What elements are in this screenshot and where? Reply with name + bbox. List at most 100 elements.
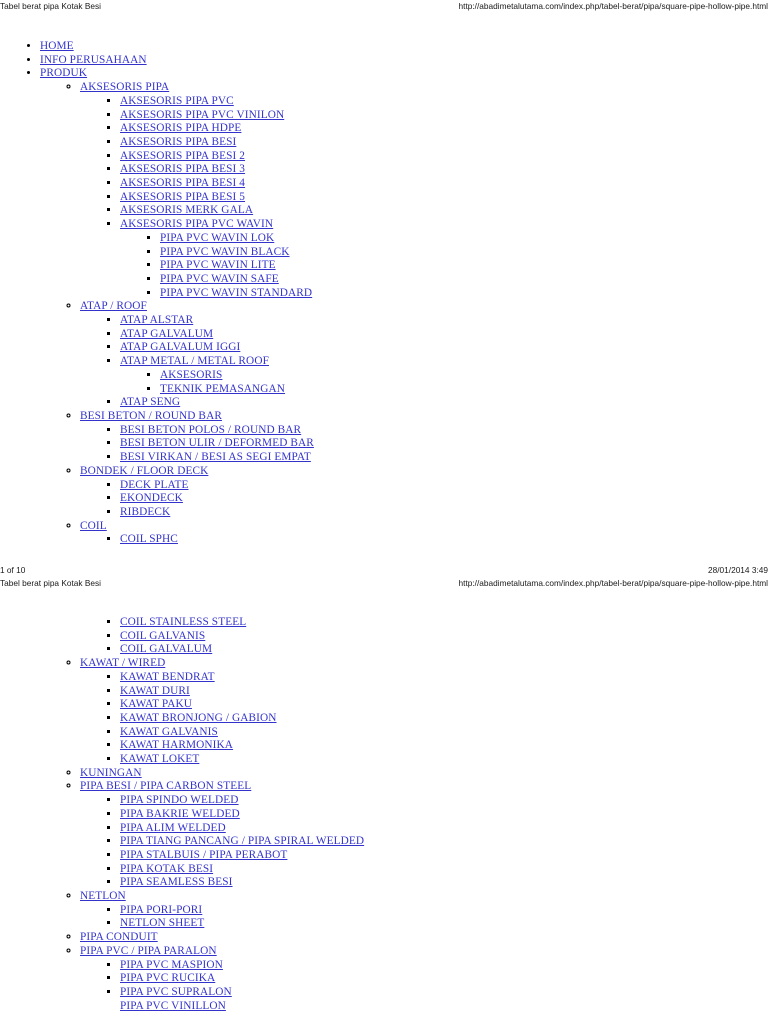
nav-item-besi-virkan[interactable]: BESI VIRKAN / BESI AS SEGI EMPAT <box>120 451 768 465</box>
nav-link-produk[interactable]: PRODUK <box>40 67 87 79</box>
nav-item-coil-stainless-steel[interactable]: COIL STAINLESS STEEL <box>120 616 768 630</box>
nav-link-kawat-loket[interactable]: KAWAT LOKET <box>120 753 199 765</box>
nav-item-pipa-seamless-besi[interactable]: PIPA SEAMLESS BESI <box>120 876 768 890</box>
nav-item-aksesoris-pipa-besi-3[interactable]: AKSESORIS PIPA BESI 3 <box>120 163 768 177</box>
nav-item-aksesoris-pipa[interactable]: AKSESORIS PIPA AKSESORIS PIPA PVC AKSESO… <box>80 81 768 300</box>
nav-link-aksesoris-pipa-besi-4[interactable]: AKSESORIS PIPA BESI 4 <box>120 177 245 189</box>
nav-link-kawat-galvanis[interactable]: KAWAT GALVANIS <box>120 726 218 738</box>
nav-item-aksesoris[interactable]: AKSESORIS <box>160 369 768 383</box>
nav-link-pipa-pvc-wavin-lite[interactable]: PIPA PVC WAVIN LITE <box>160 259 276 271</box>
nav-link-kawat-wired[interactable]: KAWAT / WIRED <box>80 657 165 669</box>
nav-link-aksesoris-pipa-pvc-wavin[interactable]: AKSESORIS PIPA PVC WAVIN <box>120 218 273 230</box>
nav-item-atap-metal-roof[interactable]: ATAP METAL / METAL ROOF AKSESORIS TEKNIK… <box>120 355 768 396</box>
nav-link-aksesoris-pipa-hdpe[interactable]: AKSESORIS PIPA HDPE <box>120 122 241 134</box>
nav-link-pipa-pvc-wavin-black[interactable]: PIPA PVC WAVIN BLACK <box>160 246 290 258</box>
nav-item-atap-roof[interactable]: ATAP / ROOF ATAP ALSTAR ATAP GALVALUM AT… <box>80 300 768 410</box>
nav-link-pipa-pvc-vinillon[interactable]: PIPA PVC VINILLON <box>120 1000 226 1012</box>
nav-item-coil-galvalum[interactable]: COIL GALVALUM <box>120 643 768 657</box>
nav-item-aksesoris-pipa-pvc-wavin[interactable]: AKSESORIS PIPA PVC WAVIN PIPA PVC WAVIN … <box>120 218 768 300</box>
nav-item-kawat-bronjong-gabion[interactable]: KAWAT BRONJONG / GABION <box>120 712 768 726</box>
nav-link-pipa-tiang-pancang[interactable]: PIPA TIANG PANCANG / PIPA SPIRAL WELDED <box>120 835 364 847</box>
nav-item-pipa-stalbuis-perabot[interactable]: PIPA STALBUIS / PIPA PERABOT <box>120 849 768 863</box>
nav-link-pipa-alim-welded[interactable]: PIPA ALIM WELDED <box>120 822 226 834</box>
nav-item-aksesoris-pipa-pvc[interactable]: AKSESORIS PIPA PVC <box>120 95 768 109</box>
nav-link-pipa-spindo-welded[interactable]: PIPA SPINDO WELDED <box>120 794 239 806</box>
nav-link-aksesoris-pipa-besi[interactable]: AKSESORIS PIPA BESI <box>120 136 236 148</box>
nav-link-teknik-pemasangan[interactable]: TEKNIK PEMASANGAN <box>160 383 285 395</box>
nav-item-pipa-besi-carbon-steel[interactable]: PIPA BESI / PIPA CARBON STEEL PIPA SPIND… <box>80 780 768 890</box>
nav-item-aksesoris-pipa-pvc-vinilon[interactable]: AKSESORIS PIPA PVC VINILON <box>120 109 768 123</box>
nav-item-pipa-alim-welded[interactable]: PIPA ALIM WELDED <box>120 822 768 836</box>
nav-item-kawat-loket[interactable]: KAWAT LOKET <box>120 753 768 767</box>
nav-item-pipa-spindo-welded[interactable]: PIPA SPINDO WELDED <box>120 794 768 808</box>
nav-item-pipa-pvc-paralon[interactable]: PIPA PVC / PIPA PARALON PIPA PVC MASPION… <box>80 945 768 1014</box>
nav-item-aksesoris-merk-gala[interactable]: AKSESORIS MERK GALA <box>120 204 768 218</box>
nav-link-pipa-pvc-supralon[interactable]: PIPA PVC SUPRALON <box>120 986 232 998</box>
nav-link-kawat-bronjong-gabion[interactable]: KAWAT BRONJONG / GABION <box>120 712 277 724</box>
nav-item-aksesoris-pipa-besi-2[interactable]: AKSESORIS PIPA BESI 2 <box>120 150 768 164</box>
nav-link-pipa-pvc-maspion[interactable]: PIPA PVC MASPION <box>120 959 223 971</box>
nav-item-coil[interactable]: COIL COIL SPHC <box>80 520 768 547</box>
nav-item-deck-plate[interactable]: DECK PLATE <box>120 479 768 493</box>
nav-link-bondek-floor-deck[interactable]: BONDEK / FLOOR DECK <box>80 465 208 477</box>
nav-item-pipa-pvc-wavin-safe[interactable]: PIPA PVC WAVIN SAFE <box>160 273 768 287</box>
nav-item-pipa-pori-pori[interactable]: PIPA PORI-PORI <box>120 904 768 918</box>
nav-item-aksesoris-pipa-hdpe[interactable]: AKSESORIS PIPA HDPE <box>120 122 768 136</box>
nav-item-atap-galvalum[interactable]: ATAP GALVALUM <box>120 328 768 342</box>
nav-item-pipa-pvc-wavin-black[interactable]: PIPA PVC WAVIN BLACK <box>160 246 768 260</box>
nav-link-coil-stainless-steel[interactable]: COIL STAINLESS STEEL <box>120 616 246 628</box>
nav-item-ribdeck[interactable]: RIBDECK <box>120 506 768 520</box>
nav-link-kuningan[interactable]: KUNINGAN <box>80 767 142 779</box>
nav-item-home[interactable]: HOME <box>40 40 768 54</box>
nav-item-besi-beton-ulir[interactable]: BESI BETON ULIR / DEFORMED BAR <box>120 437 768 451</box>
nav-item-aksesoris-pipa-besi[interactable]: AKSESORIS PIPA BESI <box>120 136 768 150</box>
nav-link-netlon-sheet[interactable]: NETLON SHEET <box>120 917 204 929</box>
nav-item-pipa-pvc-rucika[interactable]: PIPA PVC RUCIKA <box>120 972 768 986</box>
nav-link-pipa-pvc-rucika[interactable]: PIPA PVC RUCIKA <box>120 972 215 984</box>
nav-item-kawat-harmonika[interactable]: KAWAT HARMONIKA <box>120 739 768 753</box>
nav-item-kuningan[interactable]: KUNINGAN <box>80 767 768 781</box>
nav-link-coil-galvanis[interactable]: COIL GALVANIS <box>120 630 205 642</box>
nav-link-deck-plate[interactable]: DECK PLATE <box>120 479 188 491</box>
nav-link-pipa-conduit[interactable]: PIPA CONDUIT <box>80 931 158 943</box>
nav-link-kawat-paku[interactable]: KAWAT PAKU <box>120 698 192 710</box>
nav-item-produk[interactable]: PRODUK AKSESORIS PIPA AKSESORIS PIPA PVC… <box>40 67 768 547</box>
nav-link-netlon[interactable]: NETLON <box>80 890 126 902</box>
nav-link-coil[interactable]: COIL <box>80 520 107 532</box>
nav-link-kawat-duri[interactable]: KAWAT DURI <box>120 685 190 697</box>
nav-item-pipa-bakrie-welded[interactable]: PIPA BAKRIE WELDED <box>120 808 768 822</box>
nav-item-pipa-pvc-supralon[interactable]: PIPA PVC SUPRALON <box>120 986 768 1000</box>
nav-item-kawat-duri[interactable]: KAWAT DURI <box>120 685 768 699</box>
nav-link-kawat-bendrat[interactable]: KAWAT BENDRAT <box>120 671 215 683</box>
nav-link-pipa-kotak-besi[interactable]: PIPA KOTAK BESI <box>120 863 213 875</box>
nav-link-besi-virkan[interactable]: BESI VIRKAN / BESI AS SEGI EMPAT <box>120 451 311 463</box>
nav-link-atap-alstar[interactable]: ATAP ALSTAR <box>120 314 193 326</box>
nav-item-bondek-floor-deck[interactable]: BONDEK / FLOOR DECK DECK PLATE EKONDECK … <box>80 465 768 520</box>
nav-item-pipa-pvc-vinillon[interactable]: PIPA PVC VINILLON <box>120 1000 768 1014</box>
nav-link-aksesoris-pipa-besi-3[interactable]: AKSESORIS PIPA BESI 3 <box>120 163 245 175</box>
nav-item-pipa-pvc-wavin-standard[interactable]: PIPA PVC WAVIN STANDARD <box>160 287 768 301</box>
nav-link-pipa-pvc-paralon[interactable]: PIPA PVC / PIPA PARALON <box>80 945 217 957</box>
nav-link-ekondeck[interactable]: EKONDECK <box>120 492 183 504</box>
nav-item-pipa-pvc-wavin-lite[interactable]: PIPA PVC WAVIN LITE <box>160 259 768 273</box>
nav-item-atap-galvalum-iggi[interactable]: ATAP GALVALUM IGGI <box>120 341 768 355</box>
nav-link-aksesoris-merk-gala[interactable]: AKSESORIS MERK GALA <box>120 204 253 216</box>
nav-item-pipa-pvc-wavin-lok[interactable]: PIPA PVC WAVIN LOK <box>160 232 768 246</box>
nav-item-besi-beton-polos[interactable]: BESI BETON POLOS / ROUND BAR <box>120 424 768 438</box>
nav-item-kawat-bendrat[interactable]: KAWAT BENDRAT <box>120 671 768 685</box>
nav-link-atap-seng[interactable]: ATAP SENG <box>120 396 180 408</box>
nav-link-besi-beton-ulir[interactable]: BESI BETON ULIR / DEFORMED BAR <box>120 437 314 449</box>
nav-link-aksesoris-pipa-pvc[interactable]: AKSESORIS PIPA PVC <box>120 95 234 107</box>
nav-link-aksesoris-pipa[interactable]: AKSESORIS PIPA <box>80 81 169 93</box>
nav-link-ribdeck[interactable]: RIBDECK <box>120 506 170 518</box>
nav-link-aksesoris[interactable]: AKSESORIS <box>160 369 222 381</box>
nav-item-pipa-tiang-pancang[interactable]: PIPA TIANG PANCANG / PIPA SPIRAL WELDED <box>120 835 768 849</box>
nav-item-info-perusahaan[interactable]: INFO PERUSAHAAN <box>40 54 768 68</box>
nav-item-kawat-paku[interactable]: KAWAT PAKU <box>120 698 768 712</box>
nav-item-teknik-pemasangan[interactable]: TEKNIK PEMASANGAN <box>160 383 768 397</box>
nav-link-besi-beton-round-bar[interactable]: BESI BETON / ROUND BAR <box>80 410 222 422</box>
nav-item-coil-sphc[interactable]: COIL SPHC <box>120 533 768 547</box>
nav-link-pipa-pvc-wavin-safe[interactable]: PIPA PVC WAVIN SAFE <box>160 273 279 285</box>
nav-item-pipa-conduit[interactable]: PIPA CONDUIT <box>80 931 768 945</box>
nav-item-aksesoris-pipa-besi-5[interactable]: AKSESORIS PIPA BESI 5 <box>120 191 768 205</box>
